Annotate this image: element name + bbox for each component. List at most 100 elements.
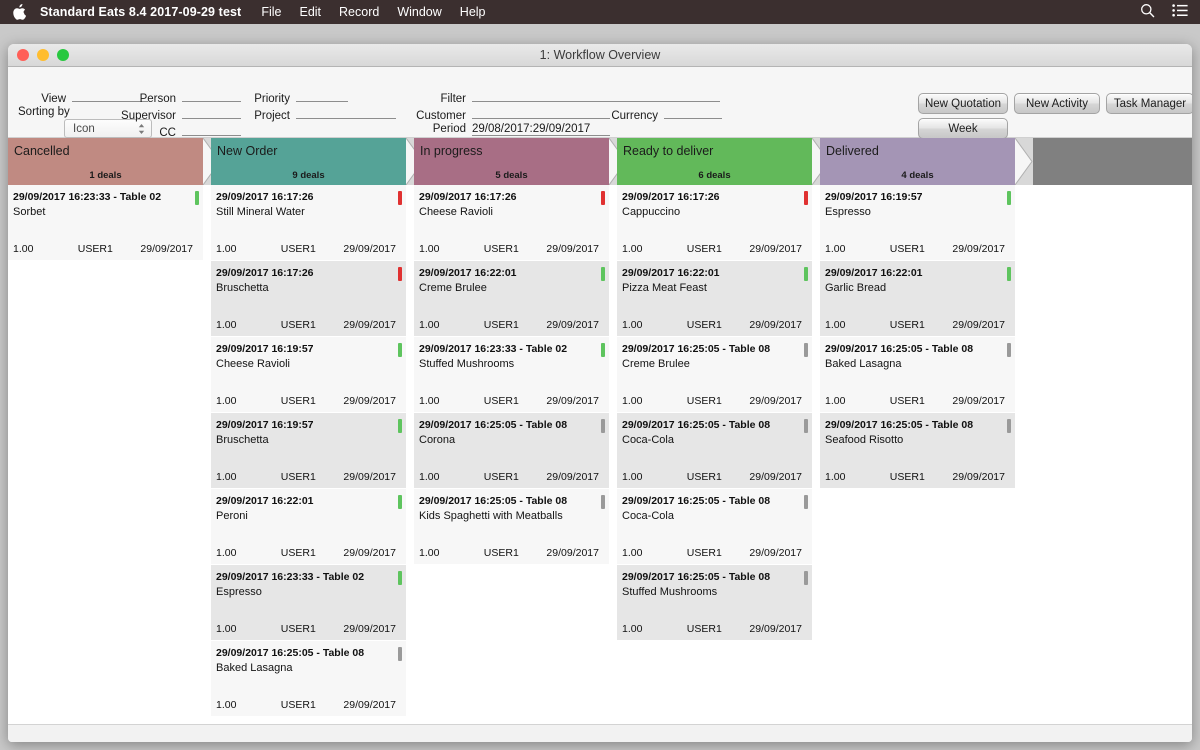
kanban-card[interactable]: 29/09/2017 16:25:05 - Table 08Coca-Cola1…	[617, 489, 812, 565]
card-footer: 1.00USER129/09/2017	[622, 395, 802, 407]
kanban-card[interactable]: 29/09/2017 16:25:05 - Table 08Kids Spagh…	[414, 489, 609, 565]
field-person[interactable]: Person	[116, 89, 241, 105]
field-filter[interactable]: Filter	[406, 89, 720, 105]
field-cc-input[interactable]	[182, 123, 241, 136]
kanban-card[interactable]: 29/09/2017 16:25:05 - Table 08Corona1.00…	[414, 413, 609, 489]
card-user: USER1	[687, 243, 748, 255]
card-footer: 1.00USER129/09/2017	[419, 547, 599, 559]
menu-record[interactable]: Record	[339, 5, 379, 19]
kanban-card[interactable]: 29/09/2017 16:25:05 - Table 08Seafood Ri…	[820, 413, 1015, 489]
field-currency[interactable]: Currency	[600, 106, 722, 122]
card-footer: 1.00USER129/09/2017	[216, 471, 396, 483]
kanban-column-ready-to-deliver[interactable]: 29/09/2017 16:17:26Cappuccino1.00USER129…	[617, 185, 812, 724]
kanban-column-header-new-order[interactable]: New Order9 deals	[211, 138, 406, 185]
field-view-label: View	[18, 93, 66, 105]
kanban-card[interactable]: 29/09/2017 16:25:05 - Table 08Coca-Cola1…	[617, 413, 812, 489]
menu-window[interactable]: Window	[397, 5, 441, 19]
card-qty: 1.00	[825, 319, 890, 331]
card-qty: 1.00	[419, 395, 484, 407]
kanban-column-delivered[interactable]: 29/09/2017 16:19:57Espresso1.00USER129/0…	[820, 185, 1015, 724]
kanban-column-header-cancelled[interactable]: Cancelled1 deals	[8, 138, 203, 185]
card-user: USER1	[687, 623, 748, 635]
field-supervisor[interactable]: Supervisor	[116, 106, 241, 122]
kanban-card[interactable]: 29/09/2017 16:23:33 - Table 02Sorbet1.00…	[8, 185, 203, 261]
kanban-column-cancelled[interactable]: 29/09/2017 16:23:33 - Table 02Sorbet1.00…	[8, 185, 203, 724]
field-filter-input[interactable]	[472, 89, 720, 102]
kanban-card[interactable]: 29/09/2017 16:17:26Cheese Ravioli1.00USE…	[414, 185, 609, 261]
card-footer: 1.00USER129/09/2017	[216, 395, 396, 407]
kanban-card[interactable]: 29/09/2017 16:22:01Creme Brulee1.00USER1…	[414, 261, 609, 337]
new-activity-button[interactable]: New Activity	[1014, 93, 1100, 114]
field-currency-input[interactable]	[664, 106, 722, 119]
kanban-card[interactable]: 29/09/2017 16:22:01Pizza Meat Feast1.00U…	[617, 261, 812, 337]
card-user: USER1	[281, 319, 342, 331]
kanban-card[interactable]: 29/09/2017 16:23:33 - Table 02Espresso1.…	[211, 565, 406, 641]
field-project-input[interactable]	[296, 106, 396, 119]
card-timestamp: 29/09/2017 16:25:05 - Table 08	[216, 647, 364, 659]
kanban-column-header-in-progress[interactable]: In progress5 deals	[414, 138, 609, 185]
kanban-card[interactable]: 29/09/2017 16:19:57Cheese Ravioli1.00USE…	[211, 337, 406, 413]
field-customer-input[interactable]	[472, 106, 610, 119]
field-priority[interactable]: Priority	[246, 89, 348, 105]
card-priority-indicator	[601, 419, 605, 433]
kanban-column-new-order[interactable]: 29/09/2017 16:17:26 Still Mineral Water 1.…	[211, 185, 406, 724]
card-priority-indicator	[398, 571, 402, 585]
card-user: USER1	[484, 319, 545, 331]
new-quotation-button[interactable]: New Quotation	[918, 93, 1008, 114]
card-qty: 1.00	[216, 623, 281, 635]
card-timestamp: 29/09/2017 16:17:26	[216, 267, 314, 279]
menu-file[interactable]: File	[261, 5, 281, 19]
card-qty: 1.00	[216, 243, 281, 255]
kanban-column-header-delivered[interactable]: Delivered4 deals	[820, 138, 1015, 185]
kanban-card[interactable]: 29/09/2017 16:17:26Still Mineral Water1.…	[211, 185, 406, 261]
kanban-card[interactable]: 29/09/2017 16:23:33 - Table 02Stuffed Mu…	[414, 337, 609, 413]
kanban-card[interactable]: 29/09/2017 16:25:05 - Table 08Creme Brul…	[617, 337, 812, 413]
card-user: USER1	[484, 471, 545, 483]
kanban-card[interactable]: 29/09/2017 16:22:01Garlic Bread1.00USER1…	[820, 261, 1015, 337]
kanban-board: Cancelled1 dealsNew Order9 dealsIn progr…	[8, 138, 1192, 724]
menu-edit[interactable]: Edit	[299, 5, 321, 19]
card-qty: 1.00	[216, 395, 281, 407]
field-person-input[interactable]	[182, 89, 241, 102]
week-button[interactable]: Week	[918, 118, 1008, 139]
field-period-input[interactable]: 29/08/2017:29/09/2017	[472, 123, 610, 136]
card-user: USER1	[281, 699, 342, 711]
search-icon[interactable]	[1140, 3, 1155, 21]
field-period[interactable]: Period 29/08/2017:29/09/2017	[406, 123, 610, 136]
kanban-column-in-progress[interactable]: 29/09/2017 16:17:26Cheese Ravioli1.00USE…	[414, 185, 609, 724]
field-cc[interactable]: CC	[116, 123, 241, 139]
kanban-column-gap	[203, 185, 211, 724]
field-currency-label: Currency	[600, 110, 658, 122]
kanban-card[interactable]: 29/09/2017 16:19:57Espresso1.00USER129/0…	[820, 185, 1015, 261]
kanban-column-gap	[1015, 185, 1023, 724]
kanban-card[interactable]: 29/09/2017 16:19:57Bruschetta1.00USER129…	[211, 413, 406, 489]
kanban-card[interactable]: 29/09/2017 16:17:26Bruschetta1.00USER129…	[211, 261, 406, 337]
kanban-card[interactable]: 29/09/2017 16:22:01Peroni1.00USER129/09/…	[211, 489, 406, 565]
card-qty: 1.00	[622, 471, 687, 483]
field-customer[interactable]: Customer	[406, 106, 610, 122]
card-footer: 1.00USER129/09/2017	[216, 243, 396, 255]
card-item-name: Still Mineral Water	[216, 206, 305, 218]
list-icon[interactable]	[1172, 4, 1188, 20]
field-project[interactable]: Project	[246, 106, 396, 122]
card-footer: 1.00USER129/09/2017	[419, 319, 599, 331]
field-supervisor-input[interactable]	[182, 106, 241, 119]
card-item-name: Stuffed Mushrooms	[419, 358, 514, 370]
card-priority-indicator	[804, 495, 808, 509]
menu-help[interactable]: Help	[460, 5, 486, 19]
card-priority-indicator	[804, 267, 808, 281]
card-user: USER1	[890, 395, 951, 407]
apple-logo-icon[interactable]	[12, 4, 26, 20]
card-qty: 1.00	[216, 471, 281, 483]
field-priority-input[interactable]	[296, 89, 348, 102]
task-manager-button[interactable]: Task Manager	[1106, 93, 1192, 114]
kanban-column-deal-count: 1 deals	[8, 170, 203, 181]
card-footer: 1.00USER129/09/2017	[216, 547, 396, 559]
kanban-card[interactable]: 29/09/2017 16:25:05 - Table 08Baked Lasa…	[211, 641, 406, 717]
kanban-card[interactable]: 29/09/2017 16:25:05 - Table 08Baked Lasa…	[820, 337, 1015, 413]
kanban-card[interactable]: 29/09/2017 16:25:05 - Table 08Stuffed Mu…	[617, 565, 812, 641]
kanban-card[interactable]: 29/09/2017 16:17:26Cappuccino1.00USER129…	[617, 185, 812, 261]
card-user: USER1	[687, 471, 748, 483]
kanban-column-header-ready-to-deliver[interactable]: Ready to deliver6 deals	[617, 138, 812, 185]
card-date: 29/09/2017	[748, 243, 802, 255]
